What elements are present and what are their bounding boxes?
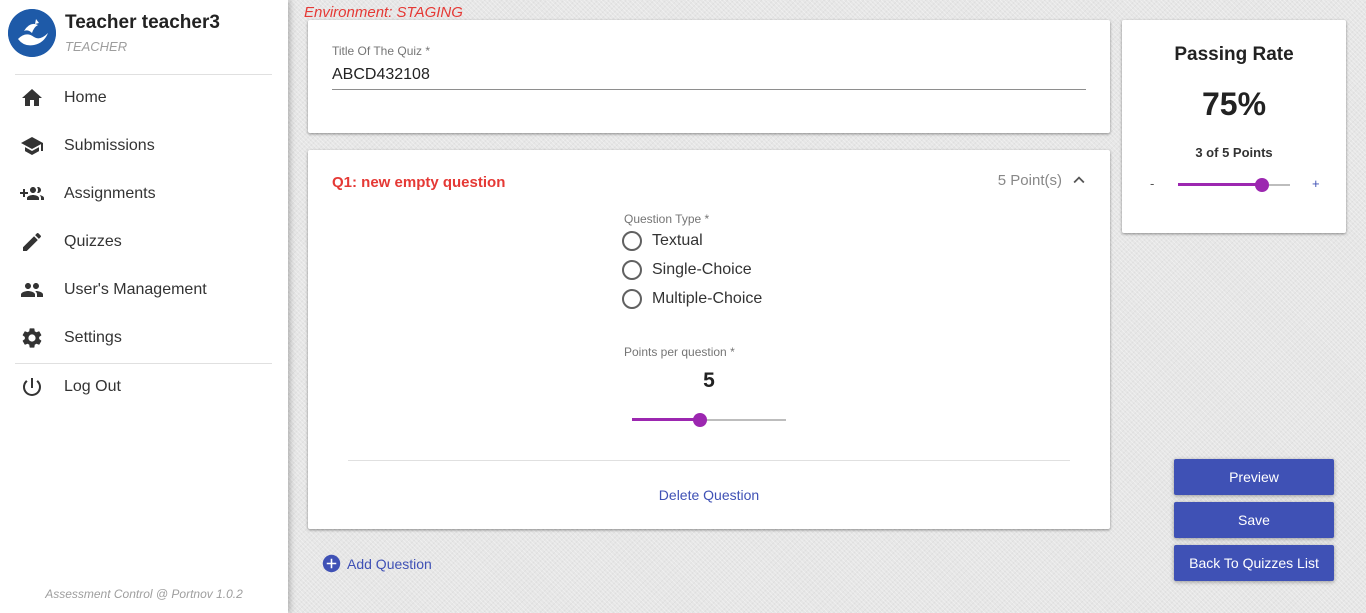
sidebar-item-label: Assignments	[64, 185, 156, 202]
sidebar-item-label: Submissions	[64, 137, 155, 154]
sidebar-item-quizzes[interactable]: Quizzes	[0, 218, 288, 266]
user-name: Teacher teacher3	[65, 12, 220, 33]
sidebar: Teacher teacher3 TEACHER Home Submission…	[0, 0, 288, 613]
slider-thumb[interactable]	[1255, 178, 1269, 192]
radio-circle[interactable]	[622, 260, 642, 280]
add-circle-icon	[322, 554, 341, 573]
points-slider[interactable]	[632, 410, 786, 430]
radio-multiple-choice[interactable]: Multiple-Choice	[622, 287, 762, 311]
sidebar-item-home[interactable]: Home	[0, 74, 288, 122]
radio-circle[interactable]	[622, 231, 642, 251]
power-icon	[20, 375, 44, 399]
passing-rate-title: Passing Rate	[1174, 44, 1294, 65]
add-question-button[interactable]: Add Question	[322, 554, 432, 573]
preview-button[interactable]: Preview	[1174, 459, 1334, 495]
question-points: 5 Point(s)	[997, 172, 1062, 189]
question-card: Q1: new empty question 5 Point(s) Questi…	[308, 150, 1110, 529]
question-divider	[348, 460, 1070, 461]
avatar	[8, 9, 56, 57]
home-icon	[20, 86, 44, 110]
points-value: 5	[703, 369, 715, 392]
gear-icon	[20, 326, 44, 350]
sidebar-item-submissions[interactable]: Submissions	[0, 122, 288, 170]
user-profile: Teacher teacher3 TEACHER	[8, 8, 278, 68]
sidebar-item-assignments[interactable]: Assignments	[0, 170, 288, 218]
radio-circle[interactable]	[622, 289, 642, 309]
passing-rate-card: Passing Rate 75% 3 of 5 Points - +	[1122, 20, 1346, 233]
quiz-title-card: Title Of The Quiz *	[308, 20, 1110, 133]
group-add-icon	[20, 182, 44, 206]
slider-fill	[632, 418, 701, 421]
user-role: TEACHER	[65, 39, 128, 54]
people-icon	[20, 278, 44, 302]
passing-rate-increase-button[interactable]: +	[1312, 176, 1320, 191]
add-question-label: Add Question	[347, 555, 432, 572]
radio-textual[interactable]: Textual	[622, 229, 703, 253]
question-title[interactable]: Q1: new empty question	[332, 174, 505, 191]
passing-rate-slider[interactable]	[1178, 175, 1290, 195]
sidebar-item-label: Log Out	[64, 378, 121, 395]
slider-fill	[1178, 183, 1262, 186]
school-icon	[20, 134, 44, 158]
slider-thumb[interactable]	[693, 413, 708, 427]
sidebar-item-settings[interactable]: Settings	[0, 314, 288, 362]
points-per-question-label: Points per question *	[624, 345, 735, 359]
pencil-icon	[20, 230, 44, 254]
question-type-label: Question Type *	[624, 212, 710, 226]
sidebar-item-label: Quizzes	[64, 233, 122, 250]
passing-rate-points: 3 of 5 Points	[1195, 145, 1273, 160]
sidebar-item-label: Home	[64, 89, 107, 106]
sidebar-item-label: User's Management	[64, 281, 207, 298]
radio-label: Multiple-Choice	[652, 290, 763, 307]
sidebar-item-label: Settings	[64, 329, 122, 346]
save-button[interactable]: Save	[1174, 502, 1334, 538]
radio-single-choice[interactable]: Single-Choice	[622, 258, 752, 282]
quiz-title-input[interactable]	[332, 60, 1086, 90]
sidebar-item-logout[interactable]: Log Out	[0, 363, 288, 411]
environment-label: Environment: STAGING	[304, 4, 463, 21]
sidebar-item-users-management[interactable]: User's Management	[0, 266, 288, 314]
radio-label: Textual	[652, 232, 703, 249]
back-to-quizzes-button[interactable]: Back To Quizzes List	[1174, 545, 1334, 581]
passing-rate-value: 75%	[1201, 86, 1267, 122]
radio-label: Single-Choice	[652, 261, 752, 278]
passing-rate-decrease-button[interactable]: -	[1150, 176, 1154, 191]
delete-question-button[interactable]: Delete Question	[308, 487, 1110, 503]
quiz-title-label: Title Of The Quiz *	[332, 44, 431, 58]
app-footer: Assessment Control @ Portnov 1.0.2	[45, 587, 243, 601]
chevron-up-icon[interactable]	[1068, 169, 1090, 191]
